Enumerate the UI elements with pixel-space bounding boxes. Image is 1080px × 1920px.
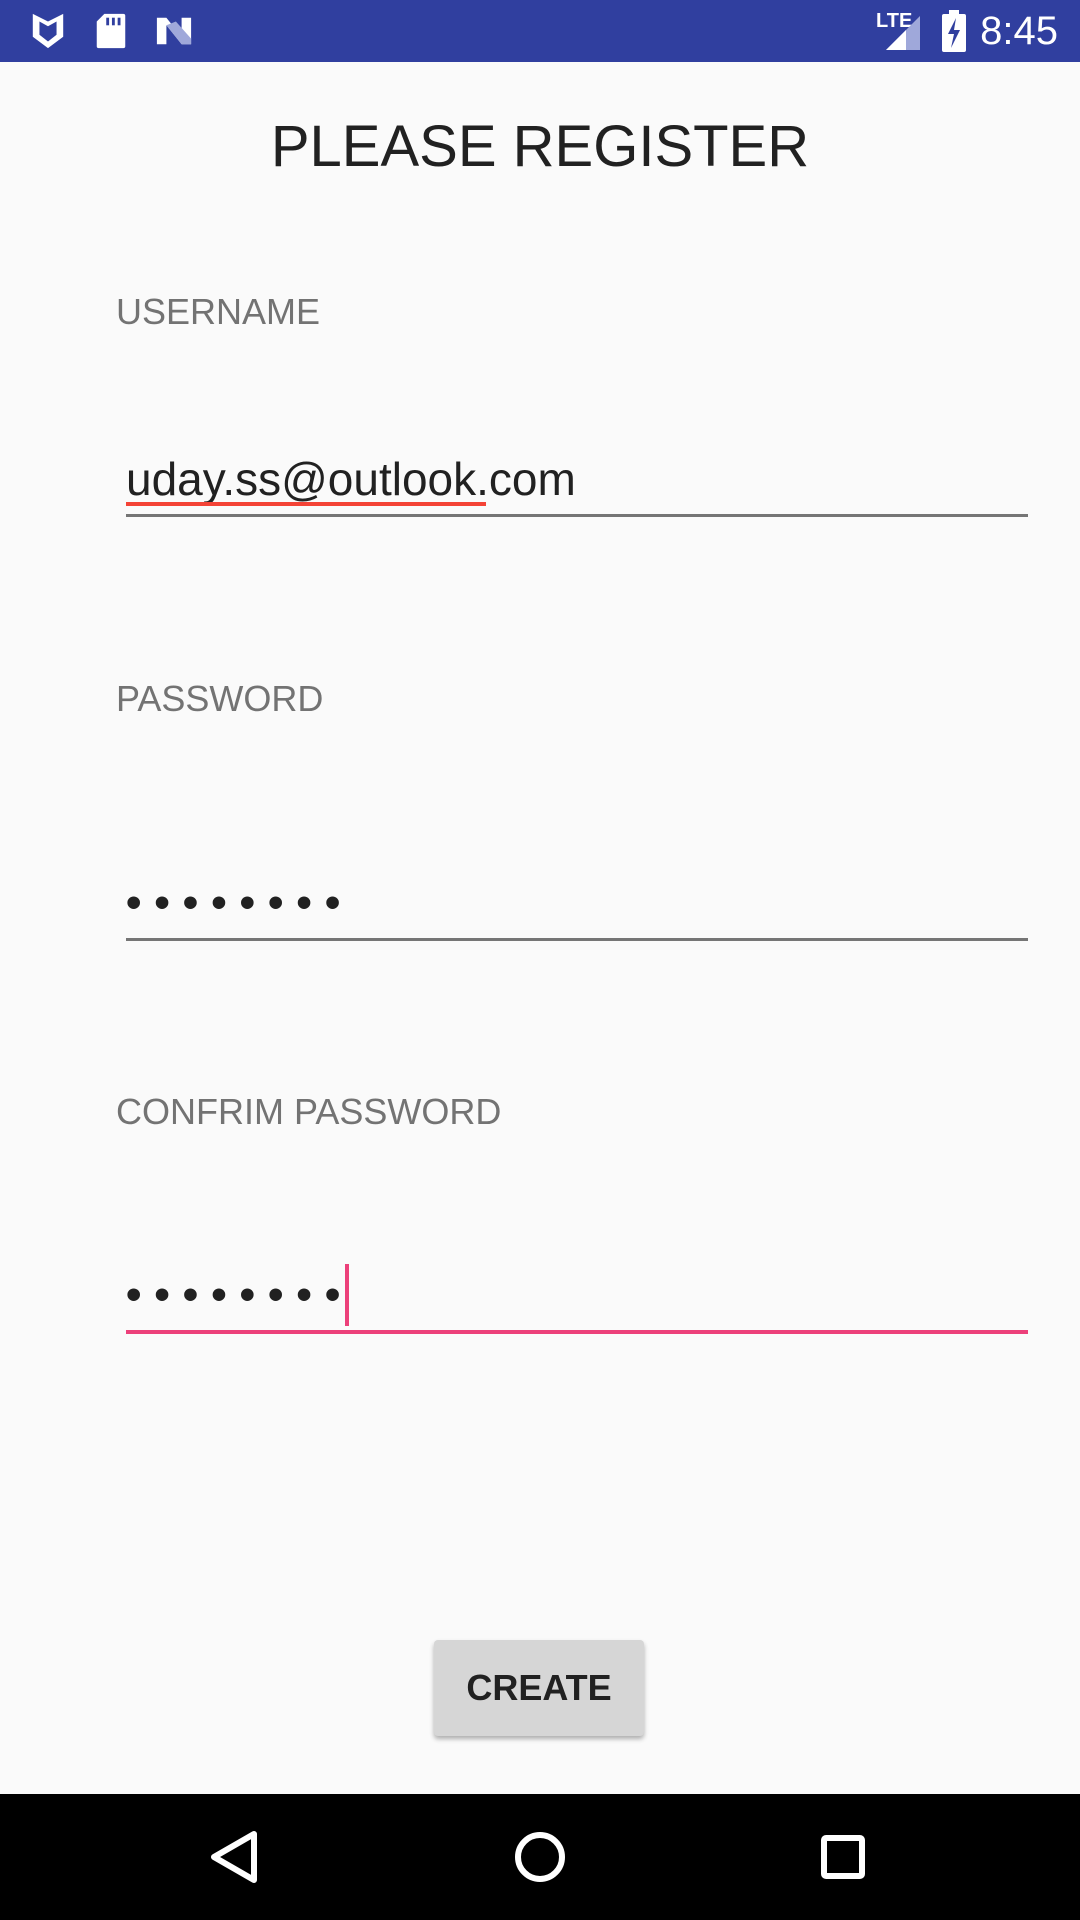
text-cursor (345, 1264, 350, 1326)
confirm-password-input[interactable]: •••••••• (126, 1260, 1028, 1334)
page-title: PLEASE REGISTER (270, 114, 810, 179)
navigation-bar (0, 1794, 1080, 1920)
password-input[interactable]: •••••••• (126, 868, 1028, 941)
confirm-password-label: CONFRIM PASSWORD (116, 1091, 502, 1132)
lte-signal-icon (886, 16, 920, 50)
create-button[interactable]: CREATE (434, 1640, 644, 1736)
password-masked-value: •••••••• (126, 878, 354, 927)
password-label: PASSWORD (116, 678, 324, 719)
status-bar: LTE 8:45 (0, 0, 1080, 62)
battery-charging-icon (942, 10, 966, 52)
recents-icon[interactable] (808, 1822, 878, 1892)
back-icon[interactable] (200, 1822, 270, 1892)
clock-time: 8:45 (980, 9, 1058, 53)
home-icon[interactable] (505, 1822, 575, 1892)
n-logo-icon (156, 17, 192, 45)
spellcheck-underline (126, 502, 486, 506)
confirm-password-masked-value: •••••••• (126, 1270, 354, 1319)
username-value: uday.ss@outlook.com (126, 453, 576, 506)
username-label: USERNAME (116, 291, 321, 332)
shield-icon (32, 13, 64, 49)
sd-card-icon (96, 13, 126, 49)
username-input[interactable]: uday.ss@outlook.com (126, 444, 1028, 517)
